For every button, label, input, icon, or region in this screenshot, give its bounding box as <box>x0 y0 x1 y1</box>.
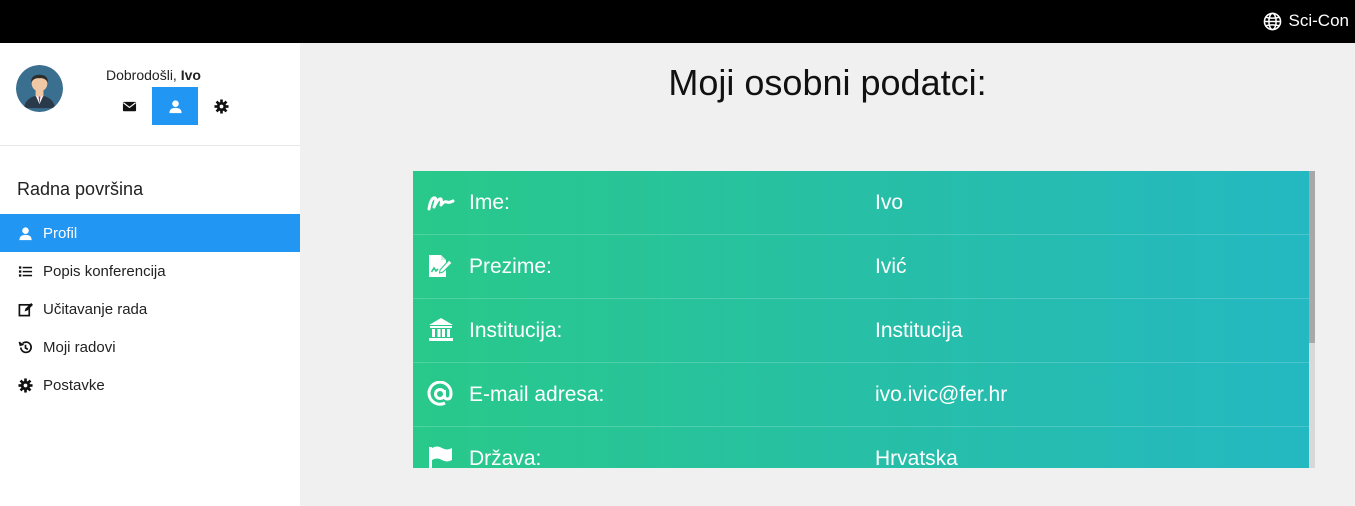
field-row-ime: Ime: Ivo <box>413 171 1315 235</box>
personal-data-card: Ime: Ivo Prezime: Ivić Institucija: Inst… <box>413 171 1315 468</box>
field-label: Institucija: <box>469 319 563 342</box>
field-value: Ivić <box>875 255 907 278</box>
sidebar-item-postavke[interactable]: Postavke <box>0 366 300 404</box>
field-value: Hrvatska <box>875 447 958 468</box>
field-row-email: E-mail adresa: ivo.ivic@fer.hr <box>413 363 1315 427</box>
list-icon <box>18 264 43 279</box>
card-scrollbar[interactable] <box>1309 171 1315 468</box>
field-value: Institucija <box>875 319 963 342</box>
scrollbar-thumb[interactable] <box>1309 171 1315 343</box>
edit-icon <box>18 302 43 317</box>
page-title: Moji osobni podatci: <box>668 62 987 103</box>
gear-icon <box>213 98 229 114</box>
sidebar-item-label: Učitavanje rada <box>43 300 148 318</box>
sidebar-item-label: Popis konferencija <box>43 262 166 280</box>
sidebar-item-label: Moji radovi <box>43 338 116 356</box>
brand[interactable]: Sci-Con <box>1263 11 1349 31</box>
sidebar-menu: Profil Popis konferencija Učitavanje rad… <box>0 214 300 404</box>
at-icon <box>427 381 455 407</box>
gear-icon <box>18 377 43 393</box>
top-bar: Sci-Con <box>0 0 1355 43</box>
user-block: Dobrodošli, Ivo <box>0 43 300 146</box>
field-label: Ime: <box>469 191 510 214</box>
brand-name: Sci-Con <box>1288 11 1349 30</box>
sidebar-item-ucitavanje-rada[interactable]: Učitavanje rada <box>0 290 300 328</box>
field-value: Ivo <box>875 191 904 214</box>
envelope-icon <box>122 99 137 114</box>
file-signature-icon <box>427 253 455 279</box>
sidebar-item-popis-konferencija[interactable]: Popis konferencija <box>0 252 300 290</box>
messages-button[interactable] <box>106 87 152 125</box>
user-actions <box>106 87 244 125</box>
sidebar-item-label: Postavke <box>43 376 105 394</box>
sidebar-item-moji-radovi[interactable]: Moji radovi <box>0 328 300 366</box>
section-title: Radna površina <box>17 179 144 199</box>
field-label: E-mail adresa: <box>469 383 605 406</box>
history-icon <box>18 340 43 355</box>
settings-button[interactable] <box>198 87 244 125</box>
profile-button[interactable] <box>152 87 198 125</box>
avatar[interactable] <box>16 65 63 112</box>
user-icon <box>168 99 183 114</box>
field-value: ivo.ivic@fer.hr <box>875 383 1008 406</box>
sidebar-item-label: Profil <box>43 224 78 242</box>
user-name: Ivo <box>180 67 201 83</box>
signature-icon <box>427 189 455 215</box>
globe-icon <box>1263 12 1282 31</box>
field-label: Prezime: <box>469 255 552 278</box>
field-label: Država: <box>469 447 542 468</box>
institution-icon <box>427 317 455 343</box>
sidebar-item-profil[interactable]: Profil <box>0 214 300 252</box>
welcome-message: Dobrodošli, Ivo <box>106 67 201 83</box>
field-row-institucija: Institucija: Institucija <box>413 299 1315 363</box>
sidebar: Dobrodošli, Ivo Radna površina Profil Po… <box>0 43 300 506</box>
field-row-prezime: Prezime: Ivić <box>413 235 1315 299</box>
field-row-drzava: Država: Hrvatska <box>413 427 1315 468</box>
user-icon <box>18 226 43 241</box>
flag-icon <box>427 445 455 468</box>
welcome-text: Dobrodošli, <box>106 67 181 83</box>
